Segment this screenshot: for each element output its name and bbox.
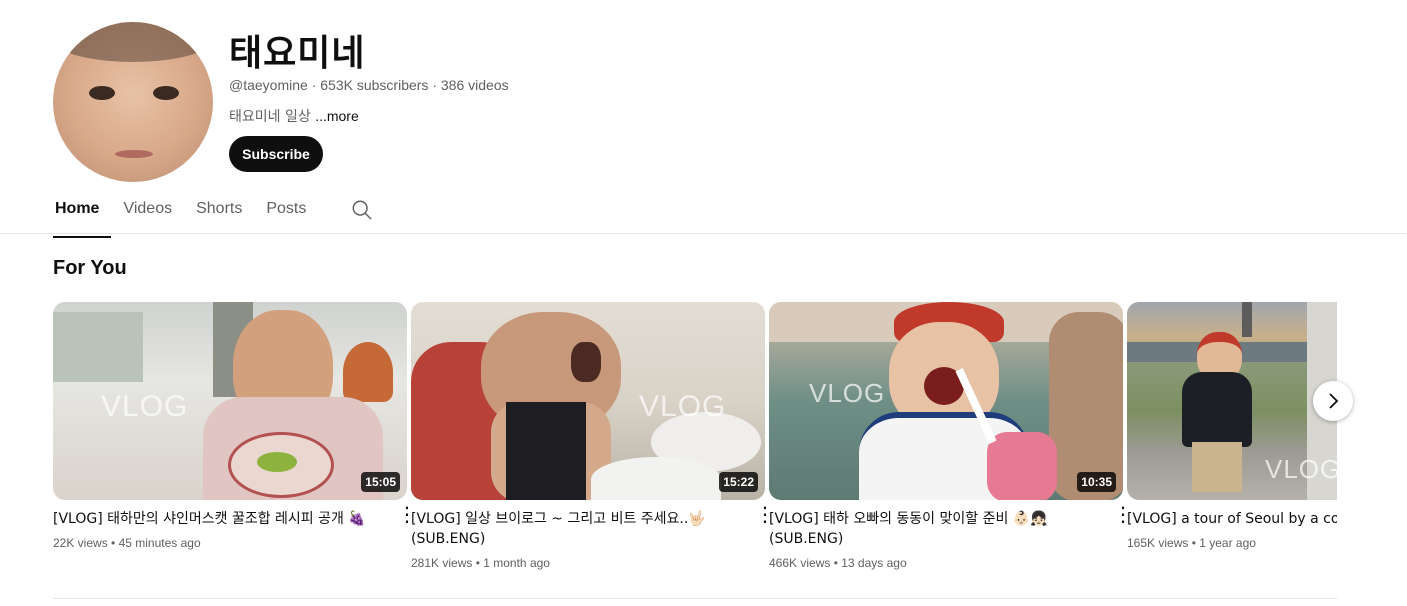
video-meta: 165K views • 1 year ago [1127,536,1256,550]
channel-avatar[interactable] [53,22,213,182]
section-title: For You [53,257,127,279]
section-divider [53,598,1337,599]
video-count: 386 videos [440,77,509,93]
more-vert-icon[interactable]: ⋮ [1113,505,1133,525]
video-title[interactable]: [VLOG] 일상 브이로그 ~ 그리고 비트 주세요..🤟🏻 (SUB.ENG… [411,509,731,549]
video-duration: 15:05 [361,472,400,492]
chevron-right-icon [1329,393,1339,409]
thumbnail-watermark: VLOG [809,378,886,408]
channel-meta: @taeyomine · 653K subscribers · 386 vide… [229,77,509,93]
video-meta: 281K views • 1 month ago [411,556,550,570]
thumbnail-watermark: VLOG [639,390,727,423]
channel-tabs: Home Videos Shorts Posts [53,190,318,238]
search-icon[interactable] [351,199,373,221]
subscriber-count: 653K subscribers [320,77,429,93]
channel-name: 태요미네 [229,33,366,74]
more-vert-icon[interactable]: ⋮ [397,505,417,525]
more-vert-icon[interactable]: ⋮ [755,505,775,525]
video-thumbnail[interactable]: VLOG 10:35 [769,302,1123,500]
video-duration: 15:22 [719,472,758,492]
video-meta: 466K views • 13 days ago [769,556,907,570]
carousel-next-button[interactable] [1313,381,1353,421]
thumbnail-watermark: VLOG [101,390,189,423]
subscribe-button[interactable]: Subscribe [229,136,323,172]
video-thumbnail[interactable]: VLOG 15:05 [53,302,407,500]
video-title[interactable]: [VLOG] 태하만의 샤인머스캣 꿀조합 레시피 공개 🍇 [53,509,373,529]
video-meta: 22K views • 45 minutes ago [53,536,201,550]
video-title[interactable]: [VLOG] 태하 오빠의 동동이 맞이할 준비 👶🏻👧🏻 (SUB.ENG) [769,509,1089,549]
video-card[interactable]: VLOG 15:22 [VLOG] 일상 브이로그 ~ 그리고 비트 주세요..… [411,302,775,570]
more-link[interactable]: ...more [315,108,359,124]
channel-handle: @taeyomine [229,77,308,93]
tab-videos[interactable]: Videos [111,190,184,233]
video-duration: 10:35 [1077,472,1116,492]
video-card[interactable]: VLOG 15:05 [VLOG] 태하만의 샤인머스캣 꿀조합 레시피 공개 … [53,302,417,550]
video-title[interactable]: [VLOG] a tour of Seoul by a country [1127,509,1337,529]
video-card[interactable]: VLOG [VLOG] a tour of Seoul by a country… [1127,302,1337,550]
thumbnail-watermark: VLOG [1265,454,1337,484]
tab-posts[interactable]: Posts [254,190,318,233]
tab-home[interactable]: Home [53,190,112,238]
channel-description[interactable]: 태요미네 일상 ...more [229,106,359,126]
video-card[interactable]: VLOG 10:35 [VLOG] 태하 오빠의 동동이 맞이할 준비 👶🏻👧🏻… [769,302,1133,570]
tabs-divider [0,233,1407,234]
video-thumbnail[interactable]: VLOG [1127,302,1337,500]
video-thumbnail[interactable]: VLOG 15:22 [411,302,765,500]
tab-shorts[interactable]: Shorts [184,190,254,233]
